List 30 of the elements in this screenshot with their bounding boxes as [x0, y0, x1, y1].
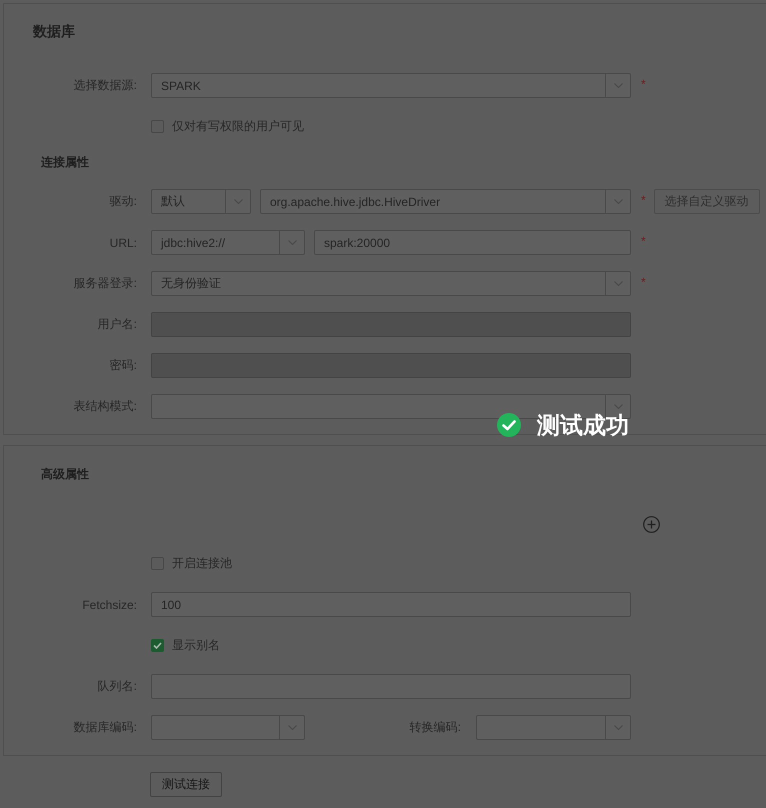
select-field[interactable]: org.apache.hive.jdbc.HiveDriver — [260, 189, 631, 214]
required-mark: * — [641, 193, 646, 207]
chevron-down-icon — [288, 725, 296, 730]
section-heading: 高级属性 — [41, 467, 89, 481]
check-icon — [153, 642, 162, 649]
select-field[interactable] — [151, 715, 305, 740]
select-field[interactable]: SPARK — [151, 73, 631, 98]
chevron-down-icon — [614, 281, 622, 286]
chevron-down-icon — [288, 240, 296, 245]
chevron-down-icon — [614, 404, 622, 409]
check-circle-icon — [497, 413, 521, 437]
chevron-down-icon — [614, 725, 622, 730]
required-mark: * — [641, 77, 646, 91]
section-title: 数据库 — [33, 24, 75, 38]
test-connection-button[interactable]: 测试连接 — [150, 772, 222, 797]
input-field[interactable]: spark:20000 — [314, 230, 631, 255]
select-field[interactable]: jdbc:hive2:// — [151, 230, 305, 255]
section-heading: 连接属性 — [41, 155, 89, 169]
select-field[interactable]: 无身份验证 — [151, 271, 631, 296]
required-mark: * — [641, 234, 646, 248]
toast-message: 测试成功 — [537, 412, 629, 438]
chevron-down-icon — [234, 199, 242, 204]
required-mark: * — [641, 275, 646, 289]
select-field[interactable] — [476, 715, 631, 740]
plus-circle-icon[interactable] — [643, 516, 660, 532]
input-field[interactable]: 100 — [151, 592, 631, 617]
chevron-down-icon — [614, 199, 622, 204]
select-field[interactable]: 默认 — [151, 189, 251, 214]
chevron-down-icon — [614, 83, 622, 88]
checkbox[interactable] — [151, 639, 164, 652]
